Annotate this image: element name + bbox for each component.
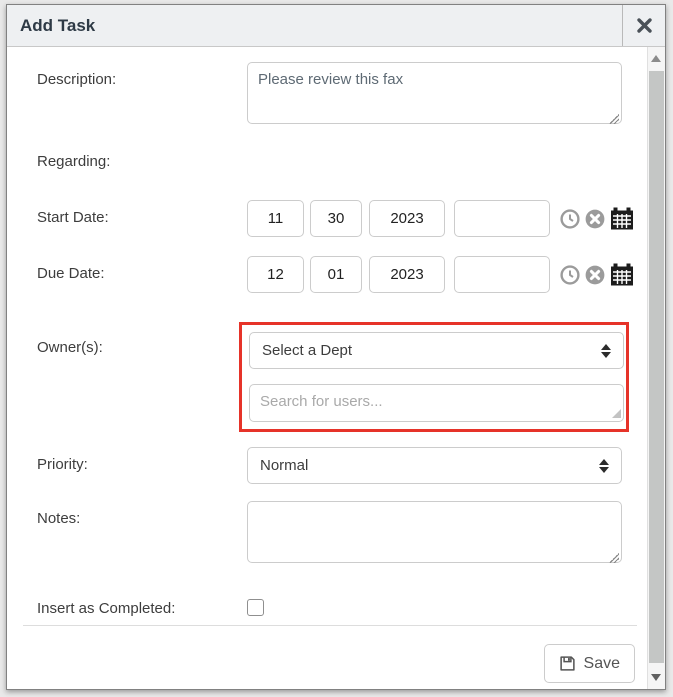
dept-select-value: Select a Dept <box>262 342 601 359</box>
priority-select[interactable]: Normal <box>247 447 622 484</box>
page-background: Add Task Description: Please review this… <box>0 0 673 697</box>
save-button-label: Save <box>584 655 620 673</box>
select-caret-icon <box>601 344 611 358</box>
start-year-input[interactable] <box>369 200 445 237</box>
insert-completed-checkbox[interactable] <box>247 599 264 616</box>
dialog-body: Description: Please review this fax Rega… <box>7 47 665 689</box>
priority-select-value: Normal <box>260 457 599 474</box>
description-row: Description: Please review this fax <box>37 62 645 129</box>
notes-label: Notes: <box>37 501 247 527</box>
resize-handle-icon[interactable] <box>609 553 619 563</box>
save-button[interactable]: Save <box>544 644 635 683</box>
resize-handle-icon[interactable] <box>609 114 619 124</box>
save-floppy-icon <box>559 655 576 672</box>
due-time-input[interactable] <box>454 256 550 293</box>
start-day-input[interactable] <box>310 200 362 237</box>
priority-row: Priority: Normal <box>37 447 645 484</box>
owners-row: Owner(s): Select a Dept <box>37 322 645 432</box>
scroll-down-arrow-icon[interactable] <box>651 674 661 681</box>
vertical-scrollbar[interactable] <box>647 47 665 689</box>
notes-row: Notes: <box>37 501 645 568</box>
start-date-row: Start Date: <box>37 200 645 237</box>
description-input[interactable]: Please review this fax <box>247 62 622 124</box>
close-icon <box>636 17 653 34</box>
due-year-input[interactable] <box>369 256 445 293</box>
priority-label: Priority: <box>37 447 247 473</box>
footer-divider <box>23 625 637 626</box>
insert-completed-label: Insert as Completed: <box>37 591 247 617</box>
start-date-label: Start Date: <box>37 200 247 226</box>
notes-input[interactable] <box>247 501 622 563</box>
owners-label: Owner(s): <box>37 322 247 356</box>
dialog-header: Add Task <box>7 5 665 47</box>
start-month-input[interactable] <box>247 200 304 237</box>
regarding-label: Regarding: <box>37 153 247 170</box>
due-month-input[interactable] <box>247 256 304 293</box>
scrollbar-thumb[interactable] <box>649 71 664 663</box>
regarding-row: Regarding: <box>37 153 645 170</box>
dialog-title: Add Task <box>7 5 622 46</box>
due-calendar-icon[interactable] <box>610 263 634 286</box>
insert-completed-row: Insert as Completed: <box>37 591 645 621</box>
select-caret-icon <box>599 459 609 473</box>
due-clock-icon[interactable] <box>560 265 580 285</box>
user-search-input[interactable] <box>249 384 624 422</box>
dept-select[interactable]: Select a Dept <box>249 332 624 369</box>
resize-handle-icon[interactable] <box>612 409 621 418</box>
close-button[interactable] <box>622 5 665 46</box>
due-date-label: Due Date: <box>37 256 247 282</box>
start-time-input[interactable] <box>454 200 550 237</box>
due-date-row: Due Date: <box>37 256 645 293</box>
add-task-dialog: Add Task Description: Please review this… <box>6 4 666 690</box>
start-clear-icon[interactable] <box>585 209 605 229</box>
start-clock-icon[interactable] <box>560 209 580 229</box>
scroll-up-arrow-icon[interactable] <box>651 55 661 62</box>
owners-highlight-annotation: Select a Dept <box>239 322 629 432</box>
dialog-footer: Save <box>544 644 635 683</box>
due-day-input[interactable] <box>310 256 362 293</box>
start-calendar-icon[interactable] <box>610 207 634 230</box>
due-clear-icon[interactable] <box>585 265 605 285</box>
description-label: Description: <box>37 62 247 88</box>
